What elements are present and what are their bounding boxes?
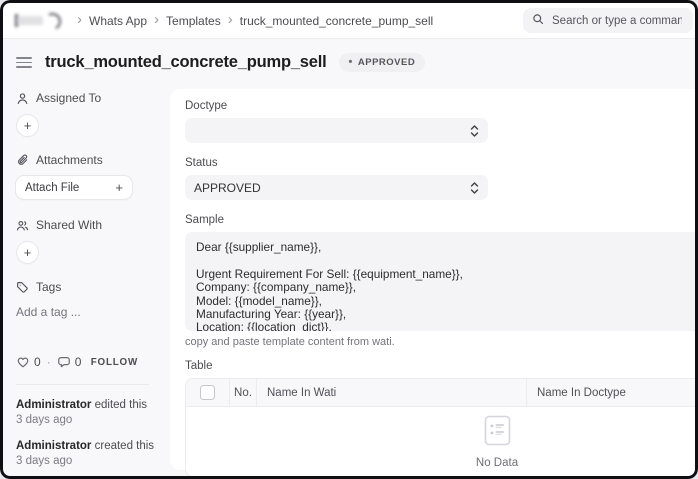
select-all-checkbox[interactable] <box>200 385 215 400</box>
no-data-icon <box>484 415 511 451</box>
app-window: › Whats App › Templates › truck_mounted_… <box>0 0 698 479</box>
chevron-right-icon: › <box>77 12 82 27</box>
sample-field-label: Sample <box>185 213 698 227</box>
activity-created: Administrator created this 3 days ago <box>16 439 164 469</box>
attach-file-button[interactable]: Attach File + <box>16 176 132 199</box>
activity-action: created this <box>95 440 154 452</box>
attachments-label: Attachments <box>36 153 103 167</box>
paperclip-icon <box>16 154 29 167</box>
status-badge-label: APPROVED <box>358 57 415 68</box>
tags-label: Tags <box>36 280 61 294</box>
status-dot-icon: • <box>349 57 353 68</box>
column-header-no: No. <box>230 379 257 406</box>
breadcrumb-current[interactable]: truck_mounted_concrete_pump_sell <box>240 14 433 28</box>
column-header-name-in-wati: Name In Wati <box>257 379 527 406</box>
assigned-to-section: Assigned To <box>16 91 164 105</box>
document-sidebar: Assigned To + Attachments Attach File + … <box>16 91 164 479</box>
column-header-name-in-doctype: Name In Doctype <box>527 379 698 406</box>
child-table-header: No. Name In Wati Name In Doctype <box>186 379 698 407</box>
activity-time: 3 days ago <box>16 413 164 428</box>
activity-time: 3 days ago <box>16 454 164 469</box>
like-count: 0 <box>34 355 41 369</box>
tag-icon <box>16 281 29 294</box>
breadcrumb-templates[interactable]: Templates <box>166 14 221 28</box>
add-tag-field[interactable]: Add a tag ... <box>16 305 164 319</box>
logo-wordmark <box>17 16 43 25</box>
activity-edited: Administrator edited this 3 days ago <box>16 398 164 428</box>
person-icon <box>16 92 29 105</box>
page-header: truck_mounted_concrete_pump_sell • APPRO… <box>16 53 425 72</box>
comment-icon[interactable] <box>57 355 71 369</box>
chevron-up-down-icon <box>470 124 479 138</box>
child-table: No. Name In Wati Name In Doctype <box>185 378 698 477</box>
app-logo[interactable] <box>15 10 65 32</box>
no-data-text: No Data <box>476 457 518 469</box>
shared-with-label: Shared With <box>36 218 102 232</box>
shared-with-section: Shared With <box>16 218 164 232</box>
dot-separator: · <box>47 355 51 369</box>
chevron-up-down-icon <box>470 181 479 195</box>
status-badge: • APPROVED <box>339 53 426 72</box>
activity-user: Administrator <box>16 440 91 452</box>
status-field-label: Status <box>185 156 698 170</box>
status-select[interactable]: APPROVED <box>185 175 488 200</box>
sidebar-divider <box>16 384 149 385</box>
top-navbar: › Whats App › Templates › truck_mounted_… <box>3 3 695 39</box>
sample-textarea[interactable]: Dear {{supplier_name}}, Urgent Requireme… <box>185 232 698 331</box>
add-share-button[interactable]: + <box>17 242 38 263</box>
breadcrumb-whats-app[interactable]: Whats App <box>89 14 147 28</box>
logo-swirl <box>42 10 63 31</box>
form-card: Doctype Status APPROVED Sample Dear {{su… <box>170 89 698 470</box>
breadcrumb: › Whats App › Templates › truck_mounted_… <box>77 14 433 28</box>
chevron-right-icon: › <box>154 12 159 27</box>
activity-user: Administrator <box>16 399 91 411</box>
comment-count: 0 <box>75 355 82 369</box>
engagement-row: 0 · 0 FOLLOW <box>16 355 138 369</box>
people-icon <box>16 219 29 232</box>
search-input[interactable] <box>550 14 684 28</box>
child-table-empty-state: No Data <box>186 407 698 476</box>
sample-help-text: copy and paste template content from wat… <box>185 336 698 348</box>
tags-section: Tags <box>16 280 164 294</box>
status-select-value: APPROVED <box>194 181 470 195</box>
doctype-field-label: Doctype <box>185 99 698 113</box>
table-field-label: Table <box>185 360 698 372</box>
global-search[interactable] <box>523 8 693 33</box>
menu-icon[interactable] <box>16 55 32 70</box>
search-icon <box>532 12 544 30</box>
plus-icon: + <box>115 180 123 195</box>
follow-button[interactable]: FOLLOW <box>91 357 138 368</box>
attach-file-label: Attach File <box>25 182 79 194</box>
chevron-right-icon: › <box>228 12 233 27</box>
page-title: truck_mounted_concrete_pump_sell <box>45 53 327 72</box>
attachments-section: Attachments <box>16 153 164 167</box>
header-checkbox-cell <box>186 379 230 406</box>
add-assignment-button[interactable]: + <box>17 115 38 136</box>
doctype-select[interactable] <box>185 118 488 143</box>
activity-action: edited this <box>95 399 147 411</box>
heart-icon[interactable] <box>16 355 30 369</box>
assigned-to-label: Assigned To <box>36 91 101 105</box>
